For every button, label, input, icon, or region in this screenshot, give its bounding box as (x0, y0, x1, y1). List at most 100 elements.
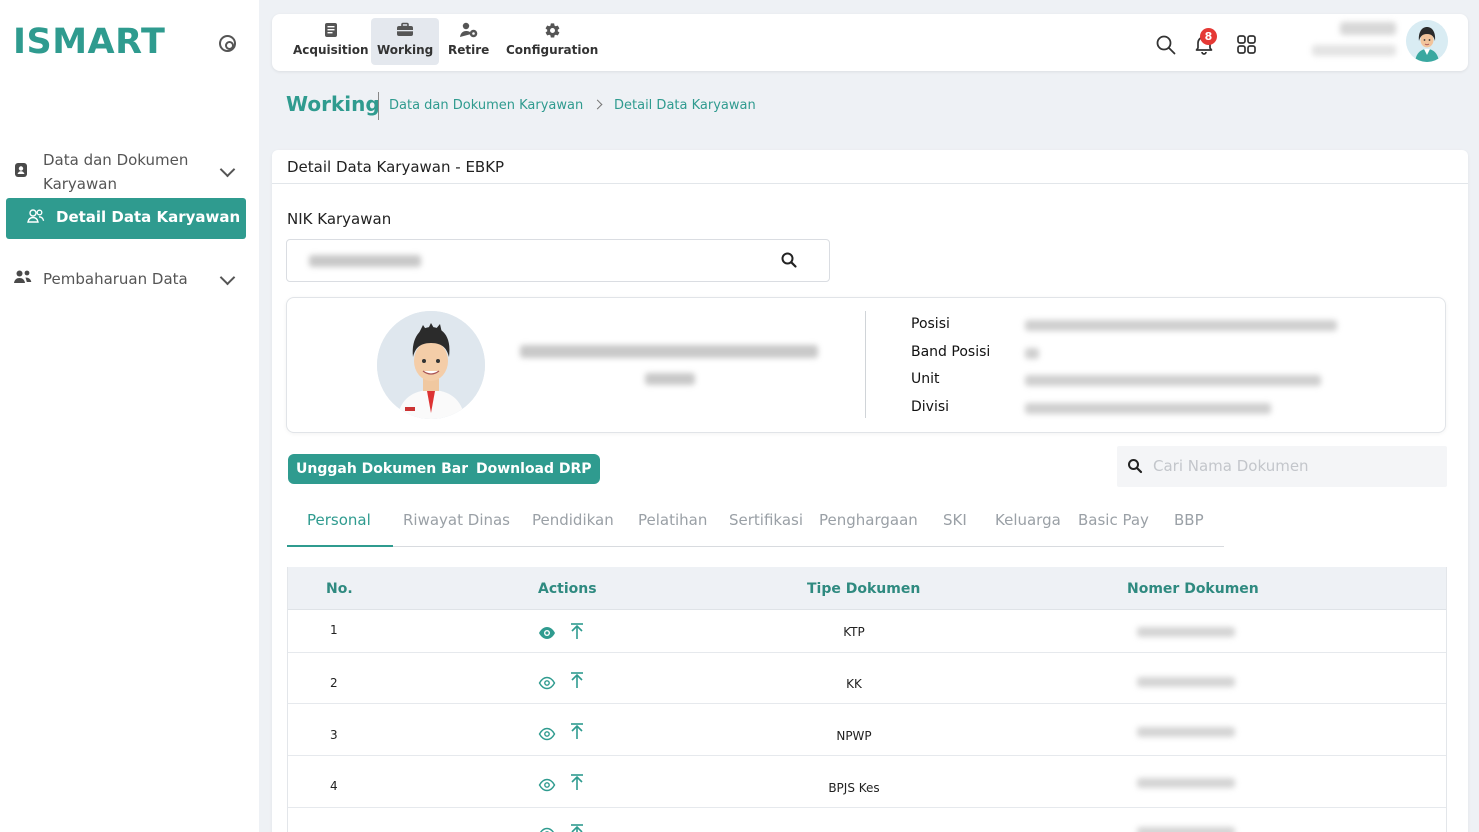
notification-badge: 8 (1200, 28, 1217, 45)
column-header-tipe-dokumen: Tipe Dokumen (807, 581, 921, 597)
document-type-text: NPWP (836, 729, 872, 743)
upload-arrow-icon[interactable] (568, 722, 586, 740)
chevron-down-icon (219, 269, 236, 286)
field-value-unit-redacted (1025, 375, 1321, 386)
tab-bbp[interactable]: BBP (1174, 511, 1204, 529)
download-drp-button[interactable]: Download DRP (468, 454, 600, 484)
user-name-redacted (1340, 22, 1396, 35)
upload-arrow-icon[interactable] (568, 671, 586, 689)
table-header: No. Actions Tipe Dokumen Nomer Dokumen (288, 567, 1446, 610)
breadcrumb-item-detail[interactable]: Detail Data Karyawan (614, 98, 756, 113)
view-eye-outline-icon[interactable] (538, 776, 556, 794)
sidebar-group-data-dokumen[interactable]: Data dan Dokumen Karyawan (0, 148, 259, 196)
table-row: 2 KK (288, 653, 1446, 704)
document-user-icon (13, 162, 29, 182)
view-eye-outline-icon[interactable] (538, 674, 556, 692)
row-number: 2 (330, 676, 338, 690)
module-retire[interactable]: Retire (442, 18, 495, 65)
search-icon[interactable] (780, 251, 798, 269)
document-number-redacted (1137, 778, 1235, 788)
nik-input[interactable] (286, 239, 830, 282)
upload-arrow-icon[interactable] (568, 823, 586, 832)
sidebar-group-label: Data dan Dokumen Karyawan (43, 151, 189, 193)
employee-nik-redacted (645, 373, 695, 385)
breadcrumb-divider (378, 92, 379, 120)
documents-table: No. Actions Tipe Dokumen Nomer Dokumen 1… (287, 567, 1447, 832)
page-title: Working (286, 92, 380, 116)
gear-icon (506, 22, 598, 42)
tabs-divider (287, 546, 1224, 547)
upload-arrow-icon[interactable] (568, 773, 586, 791)
column-header-actions: Actions (538, 581, 597, 597)
sidebar-group-label: Pembaharuan Data (43, 270, 188, 288)
column-header-no: No. (326, 581, 353, 597)
app-logo: ISMART (13, 22, 166, 62)
module-label: Working (377, 43, 434, 57)
table-row: 4 BPJS Kes (288, 756, 1446, 808)
field-value-divisi-redacted (1025, 403, 1271, 414)
employee-name-redacted (520, 345, 818, 358)
divider (272, 183, 1468, 184)
sidebar-toggle-icon[interactable] (219, 35, 236, 52)
chevron-down-icon (219, 161, 236, 178)
field-value-posisi-redacted (1025, 320, 1337, 331)
view-eye-outline-icon[interactable] (538, 725, 556, 743)
row-number: 4 (330, 779, 338, 793)
search-icon (1127, 458, 1143, 474)
table-row: 3 NPWP (288, 704, 1446, 756)
upload-document-button[interactable]: Unggah Dokumen Baru (288, 454, 487, 484)
column-header-nomer-dokumen: Nomer Dokumen (1127, 581, 1259, 597)
field-label-band-posisi: Band Posisi (911, 344, 991, 360)
clipboard-icon (293, 22, 369, 42)
active-tab-indicator (287, 545, 393, 547)
tab-pelatihan[interactable]: Pelatihan (638, 511, 707, 529)
view-eye-icon[interactable] (538, 624, 556, 642)
chevron-right-icon (592, 99, 603, 110)
tab-sertifikasi[interactable]: Sertifikasi (729, 511, 803, 529)
nik-value-redacted (309, 255, 421, 267)
breadcrumb-item-data-dokumen[interactable]: Data dan Dokumen Karyawan (389, 98, 583, 113)
module-label: Acquisition (293, 43, 369, 57)
table-row: 1 KTP (288, 610, 1446, 653)
module-working[interactable]: Working (371, 18, 440, 65)
sidebar-item-label: Detail Data Karyawan (56, 208, 241, 226)
employee-photo (377, 311, 485, 419)
tab-personal[interactable]: Personal (307, 511, 371, 529)
sidebar-item-detail-data-karyawan[interactable]: Detail Data Karyawan (6, 198, 246, 239)
upload-arrow-icon[interactable] (568, 622, 586, 640)
document-number-redacted (1137, 627, 1235, 637)
card-title: Detail Data Karyawan - EBKP (287, 158, 505, 176)
top-navigation-bar: Acquisition Working Retire Configuration (272, 14, 1468, 71)
users-outline-icon (27, 208, 45, 228)
tab-keluarga[interactable]: Keluarga (995, 511, 1061, 529)
field-label-unit: Unit (911, 371, 940, 387)
document-type-text: KK (846, 677, 862, 691)
module-label: Retire (448, 43, 490, 57)
user-retire-icon (448, 22, 489, 42)
field-value-band-redacted (1025, 348, 1039, 359)
user-role-redacted (1312, 45, 1396, 56)
search-icon[interactable] (1155, 34, 1177, 56)
briefcase-icon (377, 22, 433, 42)
document-type-text: BPJS Kes (828, 781, 880, 795)
tab-riwayat-dinas[interactable]: Riwayat Dinas (403, 511, 510, 529)
module-configuration[interactable]: Configuration (500, 18, 604, 65)
view-eye-outline-icon[interactable] (538, 825, 556, 832)
tab-basic-pay[interactable]: Basic Pay (1078, 511, 1149, 529)
module-acquisition[interactable]: Acquisition (287, 18, 375, 65)
user-avatar[interactable] (1406, 20, 1448, 62)
search-placeholder: Cari Nama Dokumen (1153, 457, 1309, 475)
sidebar-group-pembaharuan[interactable]: Pembaharuan Data (0, 267, 259, 293)
document-type-text: KTP (843, 625, 865, 639)
field-label-posisi: Posisi (911, 316, 950, 332)
users-icon (13, 269, 33, 289)
apps-grid-icon[interactable] (1236, 34, 1258, 56)
tab-pendidikan[interactable]: Pendidikan (532, 511, 614, 529)
nik-label: NIK Karyawan (287, 210, 392, 228)
document-number-redacted (1137, 827, 1235, 832)
row-number: 1 (330, 623, 338, 637)
tab-ski[interactable]: SKI (943, 511, 967, 529)
document-search-input[interactable]: Cari Nama Dokumen (1117, 446, 1447, 487)
tab-penghargaan[interactable]: Penghargaan (819, 511, 918, 529)
field-label-divisi: Divisi (911, 399, 950, 415)
